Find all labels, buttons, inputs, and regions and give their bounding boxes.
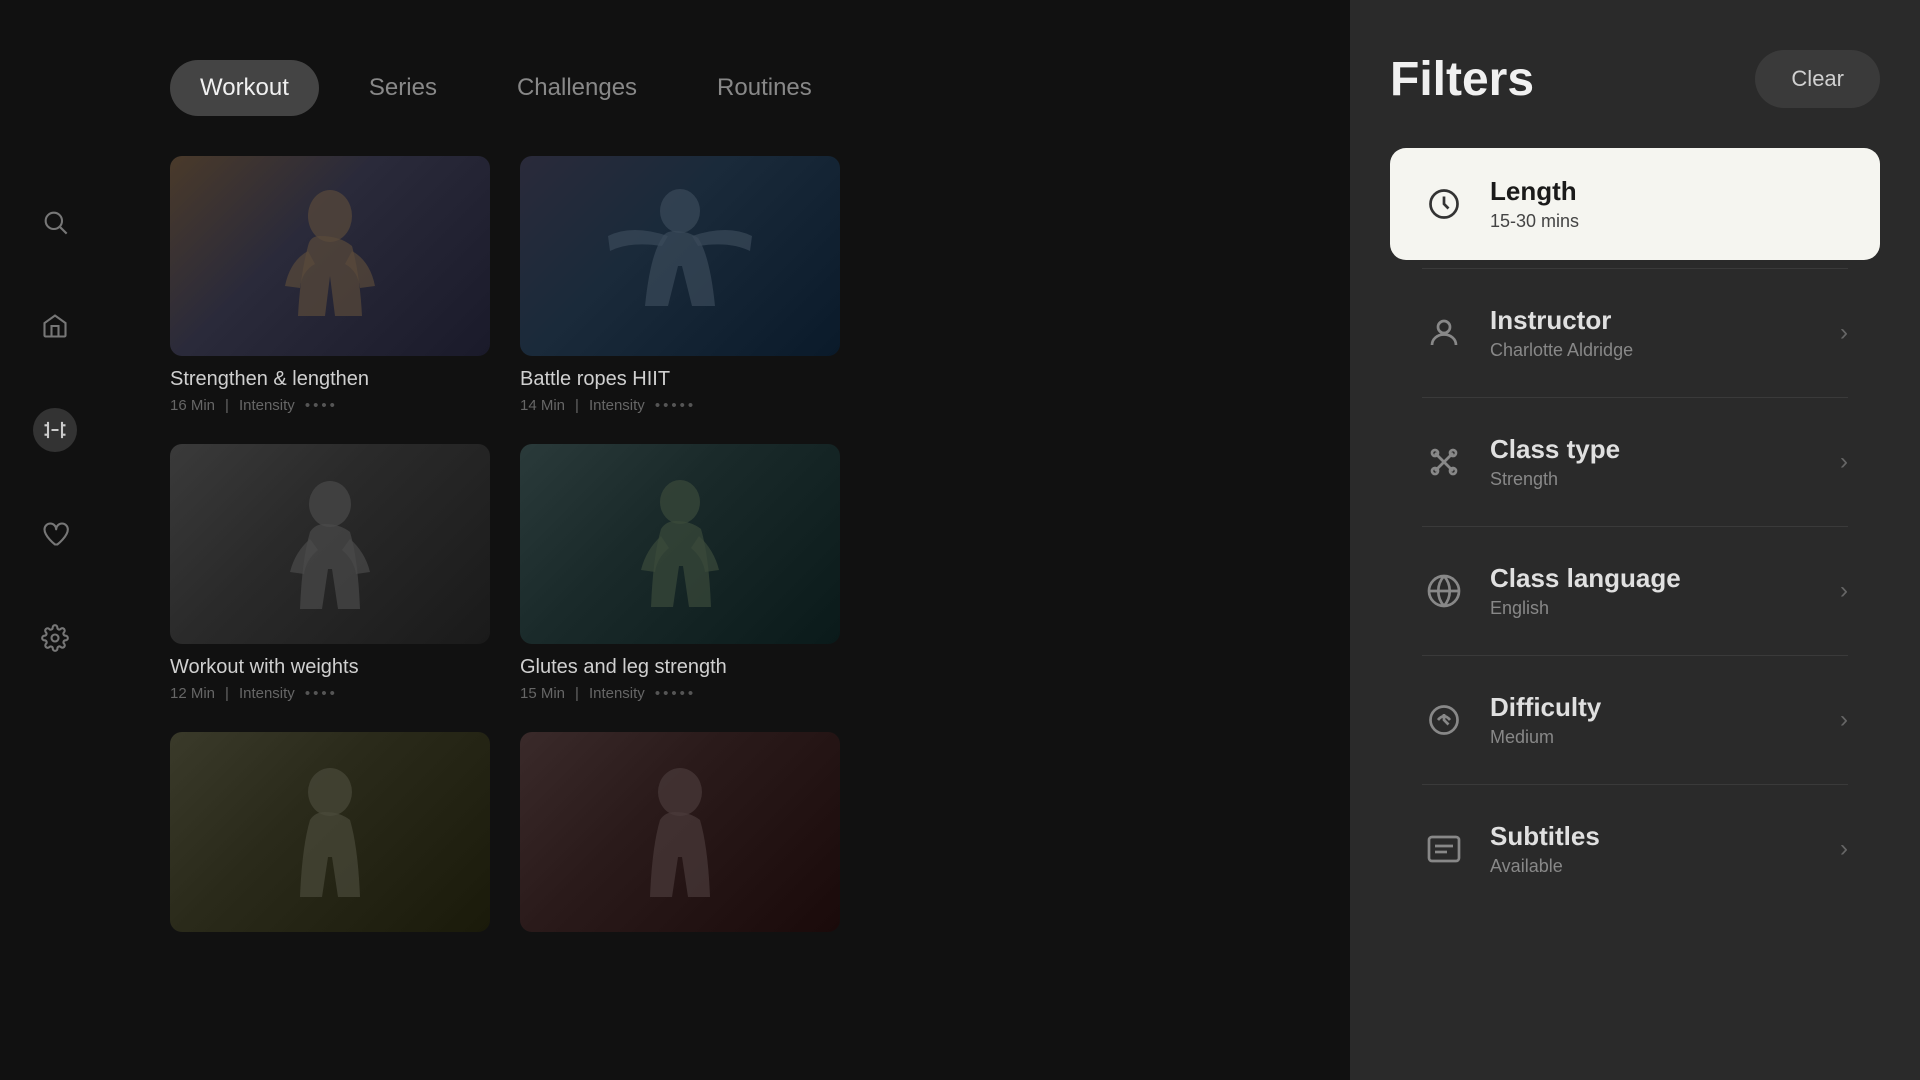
chevron-right-icon: ›: [1840, 706, 1848, 734]
tab-challenges[interactable]: Challenges: [487, 60, 667, 116]
filter-item-length[interactable]: Length 15-30 mins: [1390, 148, 1880, 260]
chevron-right-icon: ›: [1840, 319, 1848, 347]
instructor-icon: [1422, 311, 1466, 355]
chevron-right-icon: ›: [1840, 448, 1848, 476]
card-meta: 16 Min | Intensity ••••: [170, 397, 490, 414]
filter-length-title: Length: [1490, 176, 1848, 207]
card-title: Glutes and leg strength: [520, 656, 840, 679]
divider: [1422, 526, 1848, 527]
workout-grid: Strengthen & lengthen 16 Min | Intensity…: [170, 156, 1350, 932]
card-meta: 14 Min | Intensity •••••: [520, 397, 840, 414]
workout-card[interactable]: Glutes and leg strength 15 Min | Intensi…: [520, 444, 840, 702]
divider: [1422, 655, 1848, 656]
sidebar-icon-settings[interactable]: [33, 616, 77, 660]
filter-item-class-language[interactable]: Class language English ›: [1390, 535, 1880, 647]
workout-card[interactable]: Battle ropes HIIT 14 Min | Intensity •••…: [520, 156, 840, 414]
divider: [1422, 268, 1848, 269]
subtitles-icon: [1422, 827, 1466, 871]
filter-difficulty-sub: Medium: [1490, 727, 1840, 748]
filter-item-instructor[interactable]: Instructor Charlotte Aldridge ›: [1390, 277, 1880, 389]
filter-instructor-sub: Charlotte Aldridge: [1490, 340, 1840, 361]
workout-card[interactable]: Strengthen & lengthen 16 Min | Intensity…: [170, 156, 490, 414]
clear-button[interactable]: Clear: [1755, 50, 1880, 108]
chevron-right-icon: ›: [1840, 577, 1848, 605]
main-content: Workout Series Challenges Routines Stren…: [110, 0, 1350, 1080]
card-meta: 15 Min | Intensity •••••: [520, 685, 840, 702]
chevron-right-icon: ›: [1840, 835, 1848, 863]
filter-instructor-title: Instructor: [1490, 305, 1840, 336]
card-meta: 12 Min | Intensity ••••: [170, 685, 490, 702]
sidebar-icon-favorites[interactable]: [33, 512, 77, 556]
filter-class-type-title: Class type: [1490, 434, 1840, 465]
filter-panel: Filters Clear Length 15-30 mins Instruct…: [1350, 0, 1920, 1080]
clock-icon: [1422, 182, 1466, 226]
filter-class-type-sub: Strength: [1490, 469, 1840, 490]
sidebar-icon-workout[interactable]: [33, 408, 77, 452]
filter-title: Filters: [1390, 52, 1534, 107]
filter-item-difficulty[interactable]: Difficulty Medium ›: [1390, 664, 1880, 776]
tab-workout[interactable]: Workout: [170, 60, 319, 116]
filter-subtitles-sub: Available: [1490, 856, 1840, 877]
sidebar-icon-search[interactable]: [33, 200, 77, 244]
card-title: Workout with weights: [170, 656, 490, 679]
tab-series[interactable]: Series: [339, 60, 467, 116]
workout-card[interactable]: [520, 732, 840, 932]
tabs: Workout Series Challenges Routines: [170, 60, 1350, 116]
filter-difficulty-title: Difficulty: [1490, 692, 1840, 723]
workout-card[interactable]: Workout with weights 12 Min | Intensity …: [170, 444, 490, 702]
difficulty-icon: [1422, 698, 1466, 742]
card-title: Strengthen & lengthen: [170, 368, 490, 391]
workout-card[interactable]: [170, 732, 490, 932]
divider: [1422, 397, 1848, 398]
filter-language-sub: English: [1490, 598, 1840, 619]
language-icon: [1422, 569, 1466, 613]
tab-routines[interactable]: Routines: [687, 60, 842, 116]
filter-language-title: Class language: [1490, 563, 1840, 594]
filter-item-class-type[interactable]: Class type Strength ›: [1390, 406, 1880, 518]
filter-length-sub: 15-30 mins: [1490, 211, 1848, 232]
divider: [1422, 784, 1848, 785]
filter-subtitles-title: Subtitles: [1490, 821, 1840, 852]
card-title: Battle ropes HIIT: [520, 368, 840, 391]
sidebar-icon-home[interactable]: [33, 304, 77, 348]
filter-item-subtitles[interactable]: Subtitles Available ›: [1390, 793, 1880, 905]
filter-header: Filters Clear: [1390, 50, 1880, 108]
class-type-icon: [1422, 440, 1466, 484]
sidebar: [0, 0, 110, 1080]
